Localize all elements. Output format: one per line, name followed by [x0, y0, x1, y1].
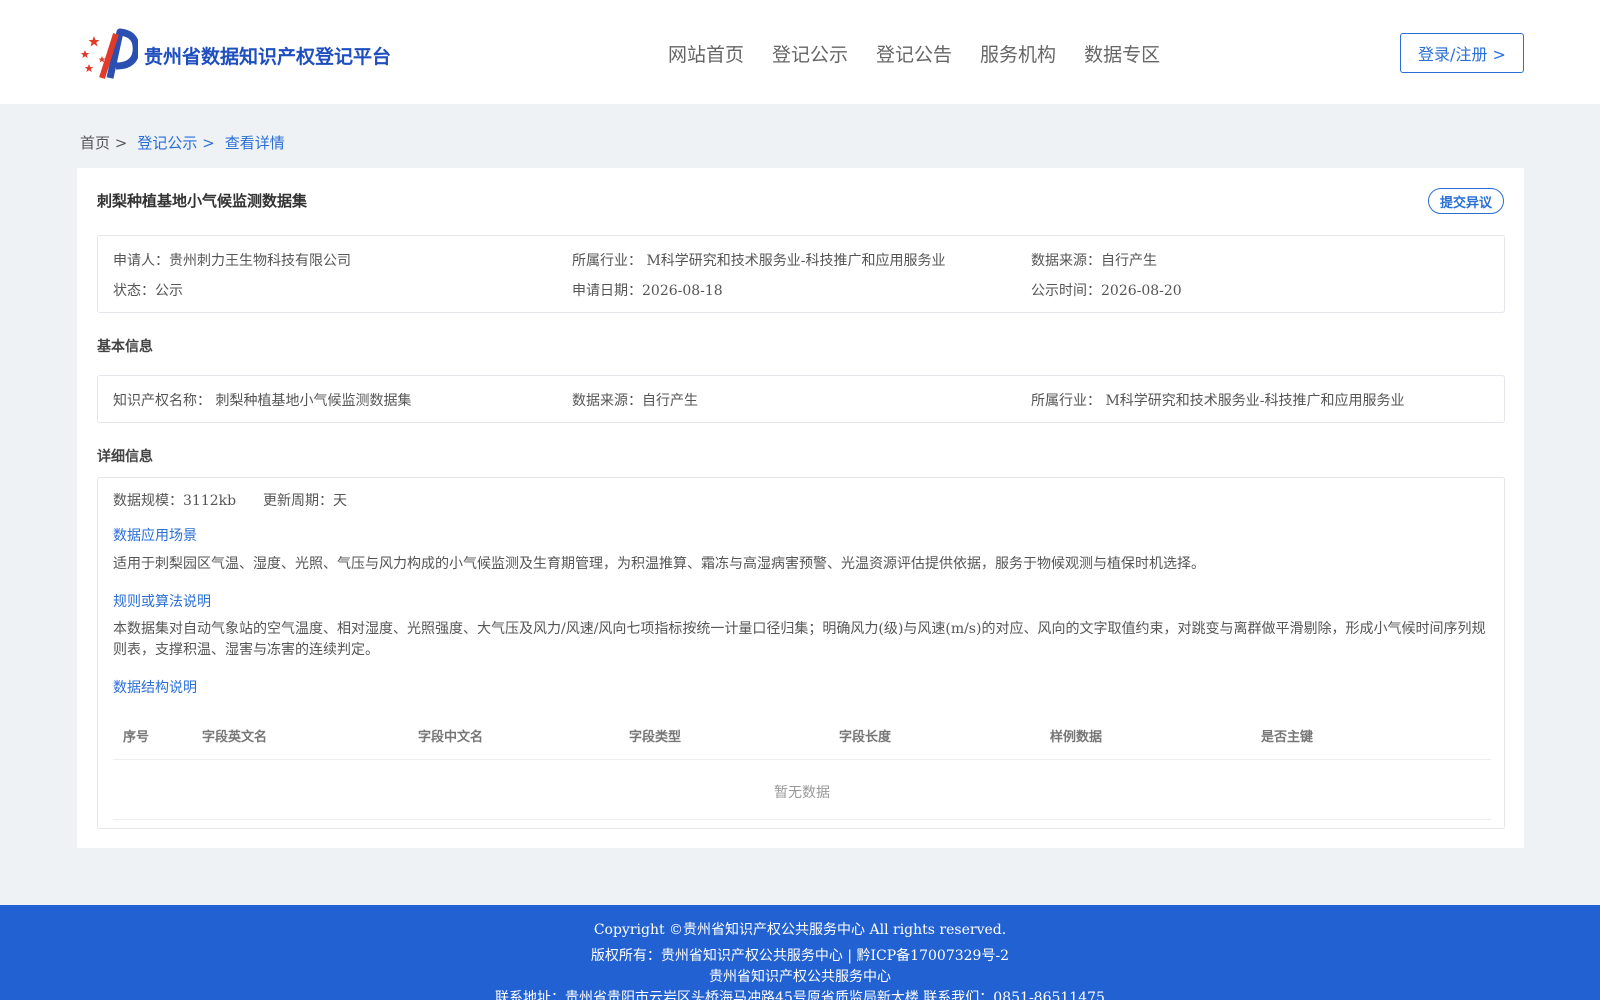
submit-objection-button[interactable]: 提交异议: [1428, 188, 1504, 214]
site-logo-icon[interactable]: [80, 28, 138, 80]
data-source: 数据来源：自行产生: [1031, 253, 1157, 269]
industry: 所属行业： M科学研究和技术服务业-科技推广和应用服务业: [572, 253, 946, 269]
detail-info-title: 详细信息: [97, 449, 153, 465]
table-body: 暂无数据: [113, 760, 1491, 820]
status: 状态：公示: [113, 283, 183, 299]
basic-info-title: 基本信息: [97, 339, 153, 355]
th-chinese-name: 字段中文名: [418, 730, 484, 745]
apply-date: 申请日期：2026-08-18: [572, 283, 723, 299]
site-footer: Copyright ©贵州省知识产权公共服务中心 All rights rese…: [0, 905, 1600, 1000]
publish-time: 公示时间：2026-08-20: [1031, 283, 1182, 299]
applicant: 申请人：贵州刺力王生物科技有限公司: [113, 253, 351, 269]
nav-service-agencies[interactable]: 服务机构: [980, 40, 1056, 67]
th-sample-data: 样例数据: [1050, 730, 1103, 745]
basic-industry: 所属行业： M科学研究和技术服务业-科技推广和应用服务业: [1031, 393, 1405, 409]
breadcrumb: 首页 > 登记公示 > 查看详情: [80, 132, 295, 153]
empty-state: 暂无数据: [774, 785, 830, 801]
structure-title: 数据结构说明: [113, 680, 197, 696]
record-title: 刺梨种植基地小气候监测数据集: [97, 192, 308, 210]
footer-org: 贵州省知识产权公共服务中心: [709, 969, 891, 985]
rule-text: 本数据集对自动气象站的空气温度、相对湿度、光照强度、大气压及风力/风速/风向七项…: [113, 621, 1486, 658]
nav-home[interactable]: 网站首页: [668, 40, 744, 67]
data-scale-line: 数据规模：3112kb 更新周期：天: [113, 490, 347, 510]
nav-registration-publicity[interactable]: 登记公示: [772, 40, 848, 67]
main-nav: 网站首页 登记公示 登记公告 服务机构 数据专区: [668, 40, 1188, 67]
structure-table: 序号 字段英文名 字段中文名 字段类型 字段长度 样例数据 是否主键 暂无数据: [113, 710, 1491, 820]
site-header: 贵州省数据知识产权登记平台 网站首页 登记公示 登记公告 服务机构 数据专区 登…: [0, 0, 1600, 104]
breadcrumb-current: 查看详情: [224, 134, 285, 152]
basic-data-source: 数据来源：自行产生: [572, 393, 698, 409]
detail-info-box: 数据规模：3112kb 更新周期：天 数据应用场景 适用于刺梨园区气温、湿度、光…: [97, 477, 1505, 829]
scenario-title: 数据应用场景: [113, 528, 197, 544]
th-english-name: 字段英文名: [202, 730, 268, 745]
summary-box: 申请人：贵州刺力王生物科技有限公司 所属行业： M科学研究和技术服务业-科技推广…: [97, 235, 1505, 313]
footer-copyright: Copyright ©贵州省知识产权公共服务中心 All rights rese…: [593, 922, 1007, 938]
th-field-length: 字段长度: [839, 730, 892, 745]
breadcrumb-list[interactable]: 登记公示 >: [137, 132, 214, 153]
footer-contact: 联系地址：贵州省贵阳市云岩区头桥海马冲路45号原省质监局新大楼 联系我们：085…: [495, 990, 1105, 1000]
th-index: 序号: [123, 730, 150, 745]
login-register-button[interactable]: 登录/注册 >: [1400, 33, 1524, 73]
table-header: 序号 字段英文名 字段中文名 字段类型 字段长度 样例数据 是否主键: [113, 710, 1491, 760]
rule-title: 规则或算法说明: [113, 594, 211, 610]
basic-info-box: 知识产权名称： 刺梨种植基地小气候监测数据集 数据来源：自行产生 所属行业： M…: [97, 375, 1505, 423]
nav-registration-announcement[interactable]: 登记公告: [876, 40, 952, 67]
th-field-type: 字段类型: [629, 730, 682, 745]
scenario-text: 适用于刺梨园区气温、湿度、光照、气压与风力构成的小气候监测及生育期管理，为积温推…: [113, 556, 1205, 572]
site-title[interactable]: 贵州省数据知识产权登记平台: [144, 42, 391, 69]
detail-card: 刺梨种植基地小气候监测数据集 提交异议 申请人：贵州刺力王生物科技有限公司 所属…: [77, 168, 1524, 848]
breadcrumb-home[interactable]: 首页 >: [80, 132, 127, 153]
th-primary-key: 是否主键: [1261, 730, 1314, 745]
update-cycle: 更新周期：天: [262, 493, 347, 509]
footer-owner[interactable]: 版权所有：贵州省知识产权公共服务中心 | 黔ICP备17007329号-2: [0, 945, 1600, 965]
ip-name: 知识产权名称： 刺梨种植基地小气候监测数据集: [113, 393, 412, 409]
nav-data-zone[interactable]: 数据专区: [1084, 40, 1160, 67]
data-scale: 数据规模：3112kb: [113, 493, 237, 509]
